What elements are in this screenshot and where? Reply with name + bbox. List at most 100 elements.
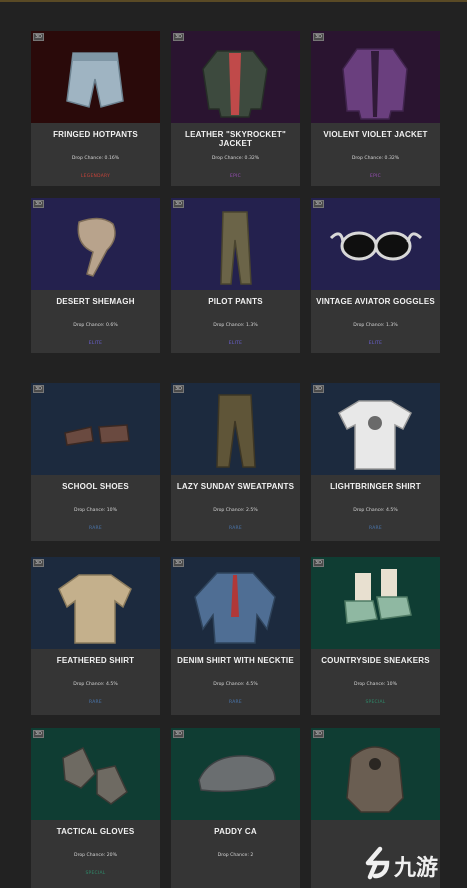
drop-chance: Drop Chance: 10% [354,682,397,687]
rarity-label: SPECIAL [85,871,106,876]
gloves-icon [62,746,128,805]
badge-3d: 3D [313,200,325,208]
rarity-label: RARE [229,526,242,531]
drop-chance: Drop Chance: 4.5% [73,682,118,687]
rarity-label: ELITE [228,341,243,346]
drop-chance: Drop Chance: 0.6% [73,323,118,328]
feathered-shirt-icon [58,574,132,644]
drop-chance: Drop Chance: 4.5% [353,508,398,513]
item-name: LAZY SUNDAY SWEATPANTS [176,482,295,491]
sneakers-icon [344,569,412,624]
drop-chance: Drop Chance: 4.5% [213,682,258,687]
item-thumbnail[interactable]: 3D [171,557,300,649]
item-thumbnail[interactable]: 3D [171,383,300,475]
item-name: TACTICAL GLOVES [56,827,135,836]
drop-chance: Drop Chance: 2 [217,853,254,858]
item-card[interactable]: 3D TACTICAL GLOVES Drop Chance: 20% SPECIAL [31,728,160,888]
item-card[interactable]: 3D COUNTRYSIDE SNEAKERS Drop Chance: 10% SP… [311,557,440,715]
aviator-hat-icon [346,746,404,813]
item-thumbnail[interactable]: 3D [311,31,440,123]
item-name: VINTAGE AVIATOR GOGGLES [316,297,435,306]
item-thumbnail[interactable]: 3D [171,31,300,123]
badge-3d: 3D [173,730,185,738]
leather-jacket-icon [202,50,268,118]
watermark-text: 九游 [394,856,439,881]
rarity-label: SPECIAL [365,700,386,705]
item-name: VIOLENT VIOLET JACKET [323,130,428,139]
badge-3d: 3D [313,559,325,567]
item-thumbnail[interactable]: 3D [31,31,160,123]
hotpants-icon [66,52,124,108]
item-card[interactable]: 3D VINTAGE AVIATOR GOGGLES Drop Chance: 1.… [311,198,440,353]
item-name: LEATHER "SKYROCKET" JACKET [184,130,287,148]
item-card[interactable]: 3D LEATHER "SKYROCKET" JACKET Drop Chance:… [171,31,300,186]
item-name: LIGHTBRINGER SHIRT [330,482,421,491]
top-border [0,0,467,2]
item-thumbnail[interactable]: 3D [31,728,160,820]
sweatpants-icon [216,394,256,468]
rarity-label: LEGENDARY [80,174,111,179]
watermark: 九游 [360,846,460,881]
item-thumbnail[interactable]: 3D [171,198,300,290]
denim-shirt-icon [194,572,276,644]
item-thumbnail[interactable]: 3D [311,557,440,649]
drop-chance: Drop Chance: 2.5% [213,508,258,513]
item-card[interactable]: 3D PADDY CA Drop Chance: 2 [171,728,300,888]
item-name: DENIM SHIRT WITH NECKTIE [177,656,294,665]
item-card[interactable]: 3D LAZY SUNDAY SWEATPANTS Drop Chance: 2.5… [171,383,300,541]
drop-chance: Drop Chance: 10% [74,508,117,513]
item-card[interactable]: 3D SCHOOL SHOES Drop Chance: 10% RARE [31,383,160,541]
tshirt-icon [338,400,412,470]
item-name: DESERT SHEMAGH [56,297,135,306]
drop-chance: Drop Chance: 1.3% [213,323,258,328]
badge-3d: 3D [313,730,325,738]
item-card[interactable]: 3D VIOLENT VIOLET JACKET Drop Chance: 0.32… [311,31,440,186]
item-name: PILOT PANTS [208,297,263,306]
badge-3d: 3D [173,33,185,41]
drop-chance: Drop Chance: 20% [74,853,117,858]
rarity-label: ELITE [88,341,103,346]
badge-3d: 3D [173,200,185,208]
item-thumbnail[interactable]: 3D [31,198,160,290]
item-card[interactable]: 3D FRINGED HOTPANTS Drop Chance: 0.16% LEGE… [31,31,160,186]
item-thumbnail[interactable]: 3D [31,383,160,475]
rarity-label: RARE [369,526,382,531]
drop-chance: Drop Chance: 1.3% [353,323,398,328]
badge-3d: 3D [33,200,45,208]
violet-jacket-icon [342,48,408,120]
item-card[interactable]: 3D FEATHERED SHIRT Drop Chance: 4.5% RARE [31,557,160,715]
drop-chance: Drop Chance: 0.32% [351,156,400,161]
rarity-label: RARE [229,700,242,705]
item-thumbnail[interactable]: 3D [311,728,440,820]
badge-3d: 3D [33,730,45,738]
shoes-icon [64,424,130,446]
jiuyou-logo-icon [365,846,390,880]
goggles-icon [329,231,423,261]
item-name: FRINGED HOTPANTS [53,130,138,139]
drop-chance: Drop Chance: 0.32% [211,156,260,161]
rarity-label: RARE [89,526,102,531]
drop-chance: Drop Chance: 0.16% [71,156,120,161]
item-thumbnail[interactable]: 3D [31,557,160,649]
pilot-pants-icon [220,211,252,285]
rarity-label: EPIC [230,174,241,179]
badge-3d: 3D [33,559,45,567]
item-thumbnail[interactable]: 3D [311,198,440,290]
item-name: COUNTRYSIDE SNEAKERS [321,656,430,665]
item-card[interactable]: 3D DESERT SHEMAGH Drop Chance: 0.6% ELITE [31,198,160,353]
item-card[interactable]: 3D DENIM SHIRT WITH NECKTIE Drop Chance: 4… [171,557,300,715]
badge-3d: 3D [33,33,45,41]
rarity-label: RARE [89,700,102,705]
item-card[interactable]: 3D PILOT PANTS Drop Chance: 1.3% ELITE [171,198,300,353]
item-thumbnail[interactable]: 3D [171,728,300,820]
item-name: SCHOOL SHOES [62,482,129,491]
badge-3d: 3D [173,559,185,567]
flat-cap-icon [198,755,276,793]
badge-3d: 3D [33,385,45,393]
item-name: FEATHERED SHIRT [56,656,135,665]
badge-3d: 3D [173,385,185,393]
shemagh-icon [77,217,116,277]
item-card[interactable]: 3D LIGHTBRINGER SHIRT Drop Chance: 4.5% RAR… [311,383,440,541]
item-thumbnail[interactable]: 3D [311,383,440,475]
badge-3d: 3D [313,385,325,393]
